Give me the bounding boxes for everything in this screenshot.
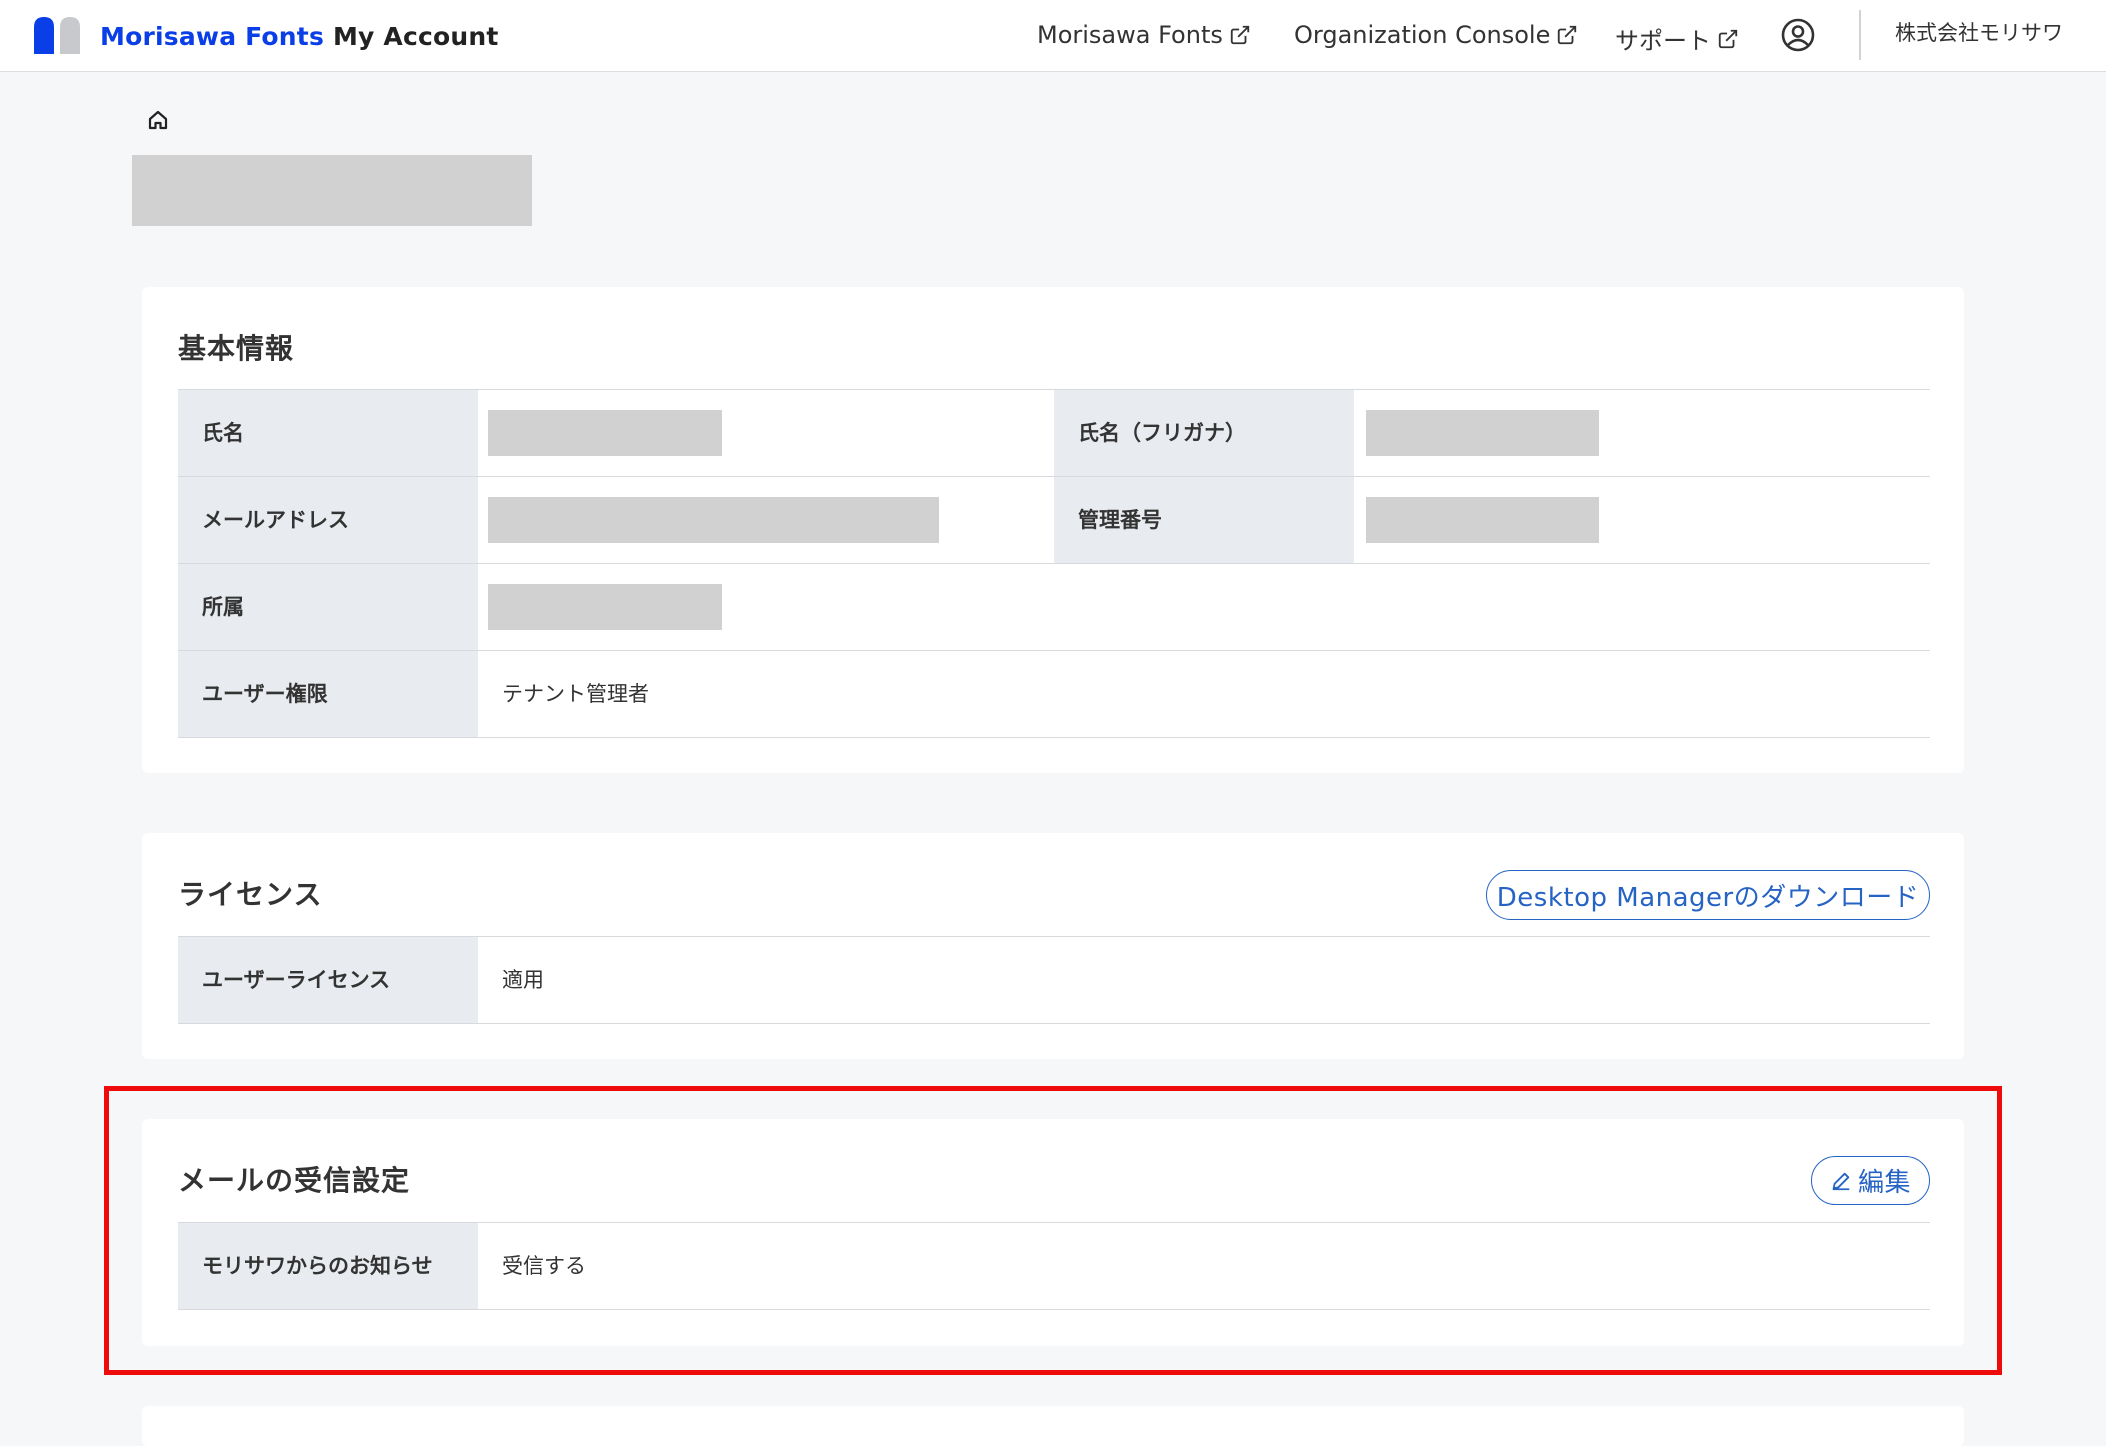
field-label: 所属 xyxy=(178,564,478,650)
table-row: ユーザーライセンス 適用 xyxy=(178,937,1930,1024)
basic-info-table: 氏名 氏名（フリガナ） メールアドレス 管理番号 所属 ユーザー権限 テナント管… xyxy=(178,389,1930,738)
redacted-value xyxy=(1366,410,1599,456)
brand-name: Morisawa Fonts xyxy=(100,22,325,51)
desktop-manager-download-button[interactable]: Desktop Managerのダウンロード xyxy=(1486,870,1930,920)
redacted-value xyxy=(488,497,939,543)
nav-link-support[interactable]: サポート xyxy=(1615,21,1739,56)
nav-link-morisawa-fonts[interactable]: Morisawa Fonts xyxy=(1037,21,1251,49)
field-value: 適用 xyxy=(502,968,544,992)
redacted-value xyxy=(1366,497,1599,543)
app-brand[interactable]: Morisawa Fonts My Account xyxy=(100,22,499,51)
table-row: 所属 xyxy=(178,564,1930,651)
field-label: メールアドレス xyxy=(178,477,478,563)
license-table: ユーザーライセンス 適用 xyxy=(178,936,1930,1024)
home-icon[interactable] xyxy=(147,109,169,131)
license-card: ライセンス Desktop Managerのダウンロード ユーザーライセンス 適… xyxy=(142,833,1964,1059)
field-label: ユーザーライセンス xyxy=(178,937,478,1023)
card-title: ライセンス xyxy=(178,878,323,911)
table-row: メールアドレス 管理番号 xyxy=(178,477,1930,564)
nav-link-label: サポート xyxy=(1615,27,1711,55)
external-link-icon xyxy=(1718,29,1738,48)
table-row: 氏名 氏名（フリガナ） xyxy=(178,390,1930,477)
logo-icon[interactable] xyxy=(34,17,86,54)
brand-suffix: My Account xyxy=(332,22,499,51)
redacted-value xyxy=(488,410,722,456)
field-label: 氏名（フリガナ） xyxy=(1054,390,1354,476)
field-label: 管理番号 xyxy=(1054,477,1354,563)
nav-link-organization-console[interactable]: Organization Console xyxy=(1294,21,1578,49)
redacted-value xyxy=(488,584,722,630)
field-label: 氏名 xyxy=(178,390,478,476)
highlight-box xyxy=(104,1086,2002,1375)
organization-name[interactable]: 株式会社モリサワ xyxy=(1895,17,2063,47)
header-divider xyxy=(1859,10,1861,60)
top-header: Morisawa Fonts My Account Morisawa Fonts… xyxy=(0,0,2106,72)
basic-info-card: 基本情報 氏名 氏名（フリガナ） メールアドレス 管理番号 所属 ユーザー権限 … xyxy=(142,287,1964,773)
field-label: ユーザー権限 xyxy=(178,651,478,737)
user-circle-icon[interactable] xyxy=(1781,18,1815,52)
next-card-partial xyxy=(142,1406,1964,1446)
table-row: ユーザー権限 テナント管理者 xyxy=(178,651,1930,738)
nav-link-label: Organization Console xyxy=(1294,21,1551,49)
external-link-icon xyxy=(1558,25,1577,45)
card-title: 基本情報 xyxy=(178,332,295,365)
nav-link-label: Morisawa Fonts xyxy=(1037,21,1223,49)
field-value: テナント管理者 xyxy=(502,682,649,706)
external-link-icon xyxy=(1230,25,1250,45)
page-title-redacted xyxy=(132,155,532,226)
